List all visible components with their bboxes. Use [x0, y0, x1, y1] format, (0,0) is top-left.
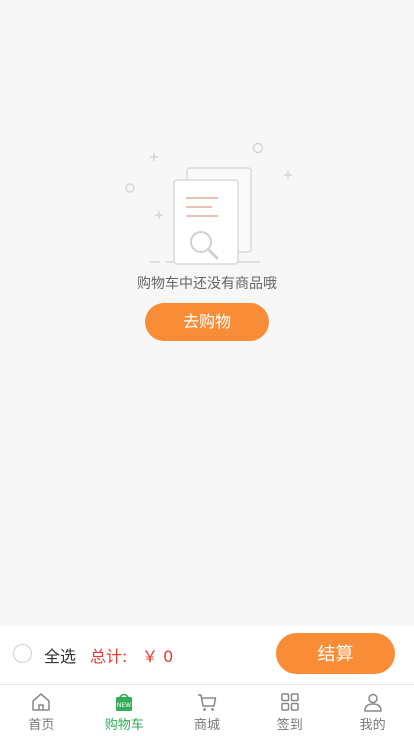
total-value: ￥ 0: [142, 647, 174, 666]
tab-home-label: 首页: [28, 718, 55, 733]
empty-cart-message: 购物车中还没有商品哦: [137, 276, 277, 292]
grid-icon: [281, 693, 299, 711]
tab-mall-label: 商城: [193, 718, 220, 733]
tab-cart[interactable]: NEW 购物车: [83, 685, 166, 736]
tab-mine-label: 我的: [359, 718, 386, 733]
home-icon: [32, 693, 51, 711]
bottom-tabbar: 首页 NEW 购物车 商城 签到 我的: [0, 685, 414, 736]
user-icon: [363, 693, 382, 712]
empty-cart-illustration: [125, 142, 292, 265]
go-shopping-button[interactable]: 去购物: [145, 303, 269, 341]
tab-signin[interactable]: 签到: [248, 685, 331, 736]
cart-bag-new-icon: NEW: [116, 693, 133, 711]
shopping-cart-icon: [197, 694, 217, 711]
tab-mine[interactable]: 我的: [331, 685, 414, 736]
total-label: 总计:: [90, 647, 128, 666]
checkout-bar: 全选 总计: ￥ 0 结算: [0, 626, 414, 685]
settle-button[interactable]: 结算: [276, 633, 395, 674]
tab-signin-label: 签到: [276, 718, 303, 733]
tab-mall[interactable]: 商城: [166, 685, 249, 736]
select-all-label[interactable]: 全选: [44, 643, 76, 667]
tab-cart-label: 购物车: [104, 718, 144, 733]
new-badge: NEW: [117, 702, 131, 709]
select-all-radio[interactable]: [13, 644, 32, 663]
tab-home[interactable]: 首页: [0, 685, 83, 736]
